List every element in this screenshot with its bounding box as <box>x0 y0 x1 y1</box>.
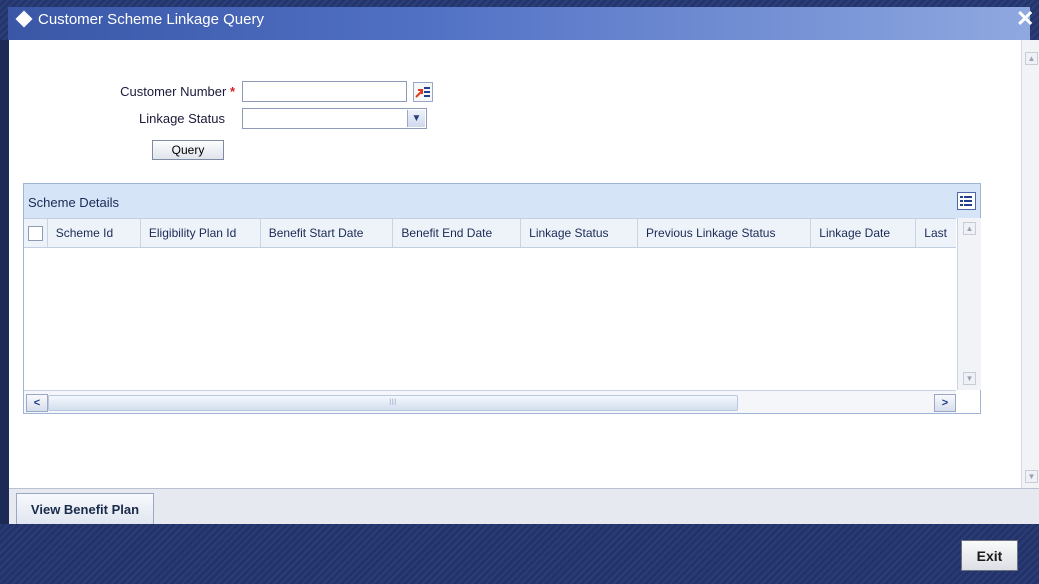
required-marker: * <box>229 84 235 99</box>
scroll-thumb-grip: III <box>389 397 397 407</box>
query-button[interactable]: Query <box>152 140 224 160</box>
footer-bar: Exit <box>0 524 1039 584</box>
tab-bar: View Benefit Plan <box>9 488 1039 525</box>
column-header-scheme-id[interactable]: Scheme Id <box>48 219 141 247</box>
select-all-checkbox[interactable] <box>27 225 43 241</box>
scheme-details-grid: Scheme Details Scheme Id Eligibility Pla… <box>23 183 981 414</box>
grid-horizontal-scrollbar[interactable]: < III > <box>24 390 956 413</box>
form-content: Customer Number * Linkage Status ▼ Query… <box>9 40 1021 488</box>
column-header-eligibility-plan-id[interactable]: Eligibility Plan Id <box>141 219 261 247</box>
tab-view-benefit-plan[interactable]: View Benefit Plan <box>16 493 154 525</box>
column-header-linkage-status[interactable]: Linkage Status <box>521 219 639 247</box>
window-title: Customer Scheme Linkage Query <box>38 11 264 28</box>
column-header-last[interactable]: Last <box>916 219 956 247</box>
close-icon[interactable]: ✕ <box>1016 6 1034 32</box>
grid-options-glyph <box>960 196 972 206</box>
column-header-benefit-end-date[interactable]: Benefit End Date <box>393 219 522 247</box>
list-of-values-icon <box>415 87 430 98</box>
grid-options-icon[interactable] <box>957 192 976 210</box>
select-all-cell <box>24 219 48 247</box>
customer-number-label-row: Customer Number * <box>89 84 235 99</box>
page-scroll-down-icon[interactable]: ▼ <box>1025 470 1038 483</box>
customer-number-label: Customer Number <box>120 84 227 99</box>
column-header-benefit-start-date[interactable]: Benefit Start Date <box>261 219 394 247</box>
scroll-right-icon[interactable]: > <box>934 394 956 412</box>
customer-number-lov-button[interactable] <box>413 82 433 102</box>
linkage-status-select[interactable]: ▼ <box>242 108 427 129</box>
horizontal-scroll-thumb[interactable]: III <box>48 395 738 411</box>
scroll-down-icon[interactable]: ▼ <box>963 372 976 385</box>
grid-column-headers: Scheme Id Eligibility Plan Id Benefit St… <box>24 218 956 248</box>
column-header-linkage-date[interactable]: Linkage Date <box>811 219 917 247</box>
grid-header: Scheme Details <box>24 184 980 218</box>
title-bar: Customer Scheme Linkage Query ✕ <box>0 0 1039 40</box>
grid-vertical-scrollbar[interactable]: ▲ ▼ <box>957 218 981 390</box>
scroll-left-icon[interactable]: < <box>26 394 48 412</box>
scroll-up-icon[interactable]: ▲ <box>963 222 976 235</box>
exit-button[interactable]: Exit <box>961 540 1018 571</box>
grid-title: Scheme Details <box>28 195 120 210</box>
column-header-previous-linkage-status[interactable]: Previous Linkage Status <box>638 219 812 247</box>
linkage-status-label: Linkage Status <box>138 111 225 126</box>
page-vertical-scrollbar[interactable]: ▲ ▼ <box>1021 40 1039 488</box>
customer-number-input[interactable] <box>242 81 407 102</box>
chevron-down-icon[interactable]: ▼ <box>407 110 425 127</box>
page-scroll-up-icon[interactable]: ▲ <box>1025 52 1038 65</box>
